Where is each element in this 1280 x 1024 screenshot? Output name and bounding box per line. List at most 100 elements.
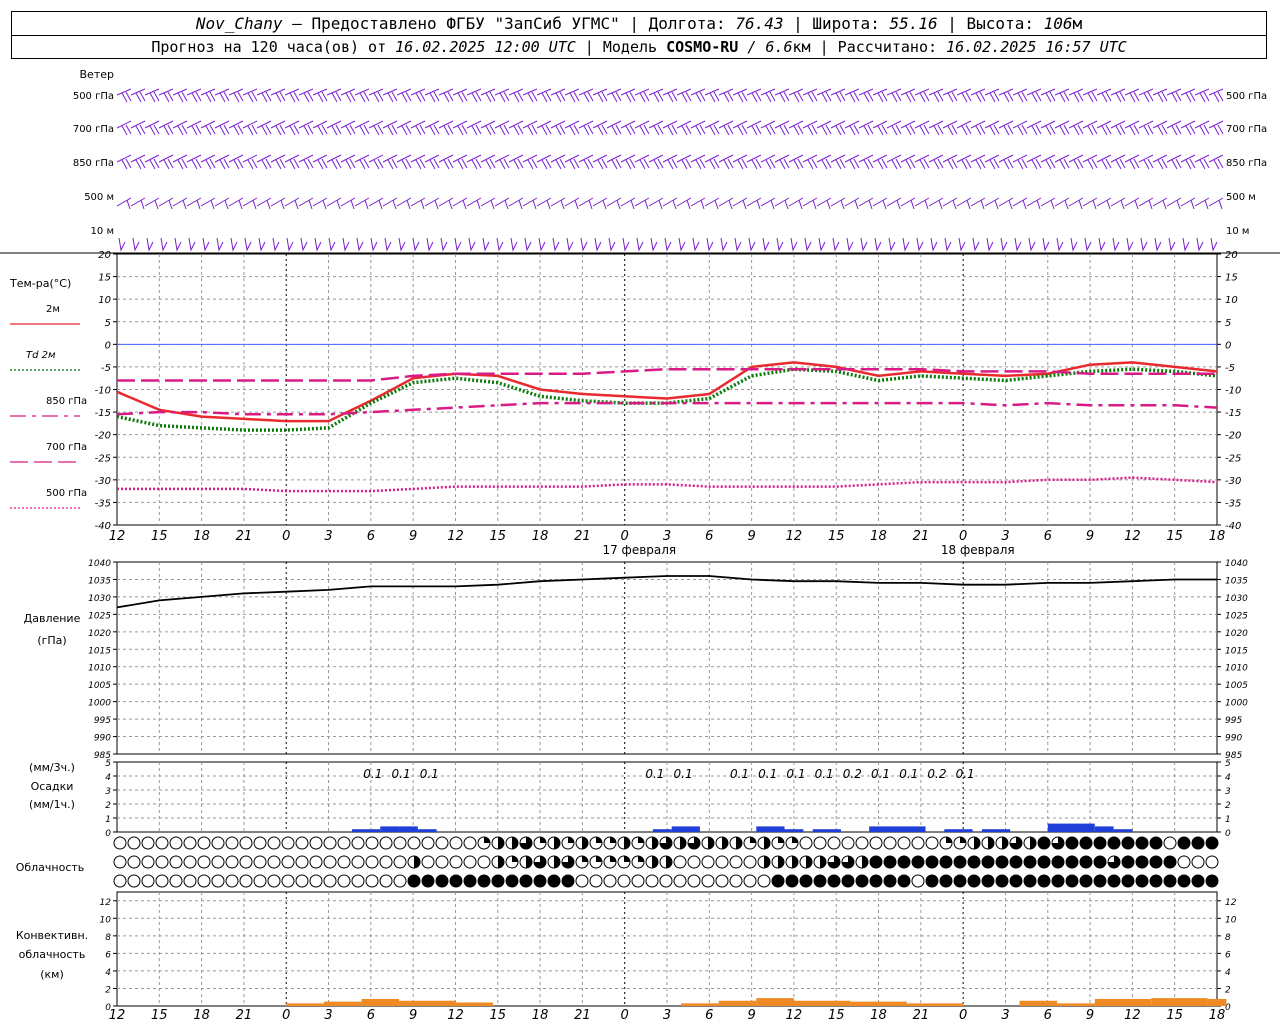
wind-barb [300,237,308,252]
cloud-circle [239,874,253,888]
cloud-circle [1191,836,1205,850]
convective-ytick-label: 2 [1225,985,1231,995]
precip-value-label: 0.1 [758,767,777,781]
cloud-fill [792,856,798,868]
cloud-symbol [1205,874,1219,888]
wind-barb [144,154,160,170]
cloud-circle [1135,855,1149,869]
cloud-circle [197,874,211,888]
cloud-circle [771,874,785,888]
cloud-symbol [1037,855,1051,869]
wind-barb [816,88,832,103]
precip-bar [784,829,804,832]
wind-barb [1194,197,1210,210]
wind-barb [200,154,216,170]
cloud-fill [498,837,504,849]
cloud-circle [799,836,813,850]
wind-barb [970,120,986,136]
cloud-circle [603,874,617,888]
cloud-symbol [1051,874,1065,888]
wind-barb [454,237,462,252]
convective-ytick-label: 2 [105,985,111,995]
cloud-circle [617,874,631,888]
cloud-symbol [519,855,533,869]
wind-barb [1026,154,1042,170]
cloud-circle [897,874,911,888]
wind-barb [592,88,608,103]
cloud-circle [575,874,589,888]
precip-ytick-label: 3 [105,787,111,797]
wind-barb [732,88,748,103]
wind-barb [298,197,314,210]
cloud-circle [1177,874,1191,888]
wind-barb [874,237,882,252]
wind-barb [1068,197,1084,210]
wind-barb [256,197,272,210]
x-tick-label-bottom: 0 [621,1008,629,1023]
cloud-symbol [995,874,1009,888]
precip-bar [1047,823,1095,832]
wind-barb [326,120,342,136]
wind-barb [438,197,454,210]
convective-bar [718,1000,757,1006]
cloud-fill [862,856,868,868]
wind-barb [942,88,958,103]
cloud-symbol [841,836,855,850]
wind-barb [1040,154,1056,170]
wind-level-label: 700 гПа [73,124,114,135]
cloud-symbol [435,855,449,869]
cloud-symbol [421,836,435,850]
cloud-circle [1163,874,1177,888]
cloud-circle [1177,855,1191,869]
temp-ytick-label: -35 [1225,498,1241,509]
cloud-circle [169,836,183,850]
wind-barb [802,197,818,210]
wind-barb [412,237,420,252]
cloud-symbol [799,855,813,869]
wind-barb [396,197,412,210]
cloud-symbol [113,855,127,869]
wind-barb [802,120,818,136]
convective-bar [323,1001,362,1006]
cloud-symbol [659,836,673,850]
wind-barb [256,120,272,136]
cloud-circle [1149,855,1163,869]
cloud-circle [953,874,967,888]
wind-barb [174,237,182,252]
cloud-circle [827,836,841,850]
precip-ytick-label: 0 [105,829,111,839]
wind-barb [214,197,230,210]
cloud-circle [295,836,309,850]
cloud-fill [750,837,756,843]
x-tick-label-bottom: 21 [574,1008,591,1023]
wind-barb [1138,120,1154,136]
cloud-symbol [141,855,155,869]
wind-barb [452,88,468,103]
precip-ylabel-bottom: (мм/1ч.) [29,798,75,811]
x-tick-label-bottom: 3 [663,1008,671,1023]
cloud-symbol [701,855,715,869]
cloud-symbol [463,836,477,850]
cloud-circle [715,874,729,888]
wind-barb [1110,88,1126,103]
wind-level-label: 10 м [91,226,114,237]
cloud-symbol [771,836,785,850]
precip-ylabel-top: (мм/3ч.) [29,761,75,774]
wind-barb [760,197,776,210]
cloud-symbol [435,874,449,888]
cloud-circle [1205,836,1219,850]
cloud-symbol [183,855,197,869]
day-label: 18 февраля [941,543,1015,557]
x-tick-label: 9 [747,529,755,544]
cloud-circle [379,836,393,850]
cloud-symbol [1107,836,1121,850]
cloud-circle [365,855,379,869]
cloud-circle [351,836,365,850]
cloud-circle [883,874,897,888]
cloud-circle [519,874,533,888]
wind-barb [942,154,958,170]
wind-level-label-right: 500 м [1226,192,1256,203]
cloud-symbol [183,874,197,888]
x-tick-label-bottom: 15 [151,1008,168,1023]
cloud-circle [1037,836,1051,850]
